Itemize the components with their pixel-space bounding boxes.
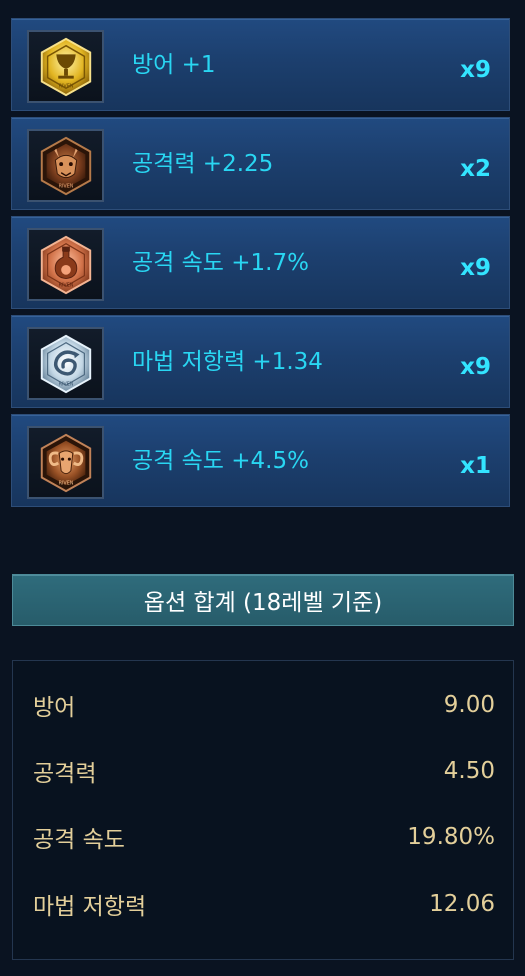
stat-row: 방어 9.00 [33,688,495,722]
svg-text:RIVEN: RIVEN [58,381,73,387]
rune-count: x9 [460,354,491,380]
stat-value: 12.06 [429,891,495,917]
rune-count: x9 [460,255,491,281]
svg-text:RIVEN: RIVEN [58,183,73,189]
rune-name: 공격력 +2.25 [132,151,274,177]
rune-name: 방어 +1 [132,52,216,78]
svg-text:RIVEN: RIVEN [58,83,73,89]
stat-value: 4.50 [443,758,495,784]
stat-label: 공격 속도 [33,827,125,853]
golden-chalice-icon: RIVEN [27,30,104,103]
rune-list: RIVEN 방어 +1 x9 RIVEN 공격력 +2.25 x2 RIVEN … [11,18,510,513]
stat-value: 19.80% [407,824,495,850]
rune-name: 공격 속도 +4.5% [132,448,309,474]
option-total-button[interactable]: 옵션 합계 (18레벨 기준) [12,574,514,626]
rune-item[interactable]: RIVEN 공격 속도 +4.5% x1 [11,414,510,507]
rune-count: x9 [460,57,491,83]
rune-count: x1 [460,453,491,479]
svg-text:RIVEN: RIVEN [58,480,73,486]
rune-item[interactable]: RIVEN 공격력 +2.25 x2 [11,117,510,210]
stat-label: 방어 [33,695,76,721]
rune-item[interactable]: RIVEN 마법 저항력 +1.34 x9 [11,315,510,408]
rune-item[interactable]: RIVEN 공격 속도 +1.7% x9 [11,216,510,309]
rune-count: x2 [460,156,491,182]
rune-item[interactable]: RIVEN 방어 +1 x9 [11,18,510,111]
stats-panel: 방어 9.00 공격력 4.50 공격 속도 19.80% 마법 저항력 12.… [12,660,514,960]
rune-name: 마법 저항력 +1.34 [132,349,323,375]
stat-label: 마법 저항력 [33,894,147,920]
rune-name: 공격 속도 +1.7% [132,250,309,276]
stat-label: 공격력 [33,761,97,787]
stat-row: 마법 저항력 12.06 [33,887,495,921]
stat-row: 공격 속도 19.80% [33,820,495,854]
potion-flask-icon: RIVEN [27,228,104,301]
dragon-head-icon: RIVEN [27,129,104,202]
dragon-coil-icon: RIVEN [27,327,104,400]
stat-value: 9.00 [443,692,495,718]
stat-row: 공격력 4.50 [33,754,495,788]
ram-head-icon: RIVEN [27,426,104,499]
svg-text:RIVEN: RIVEN [58,282,73,288]
